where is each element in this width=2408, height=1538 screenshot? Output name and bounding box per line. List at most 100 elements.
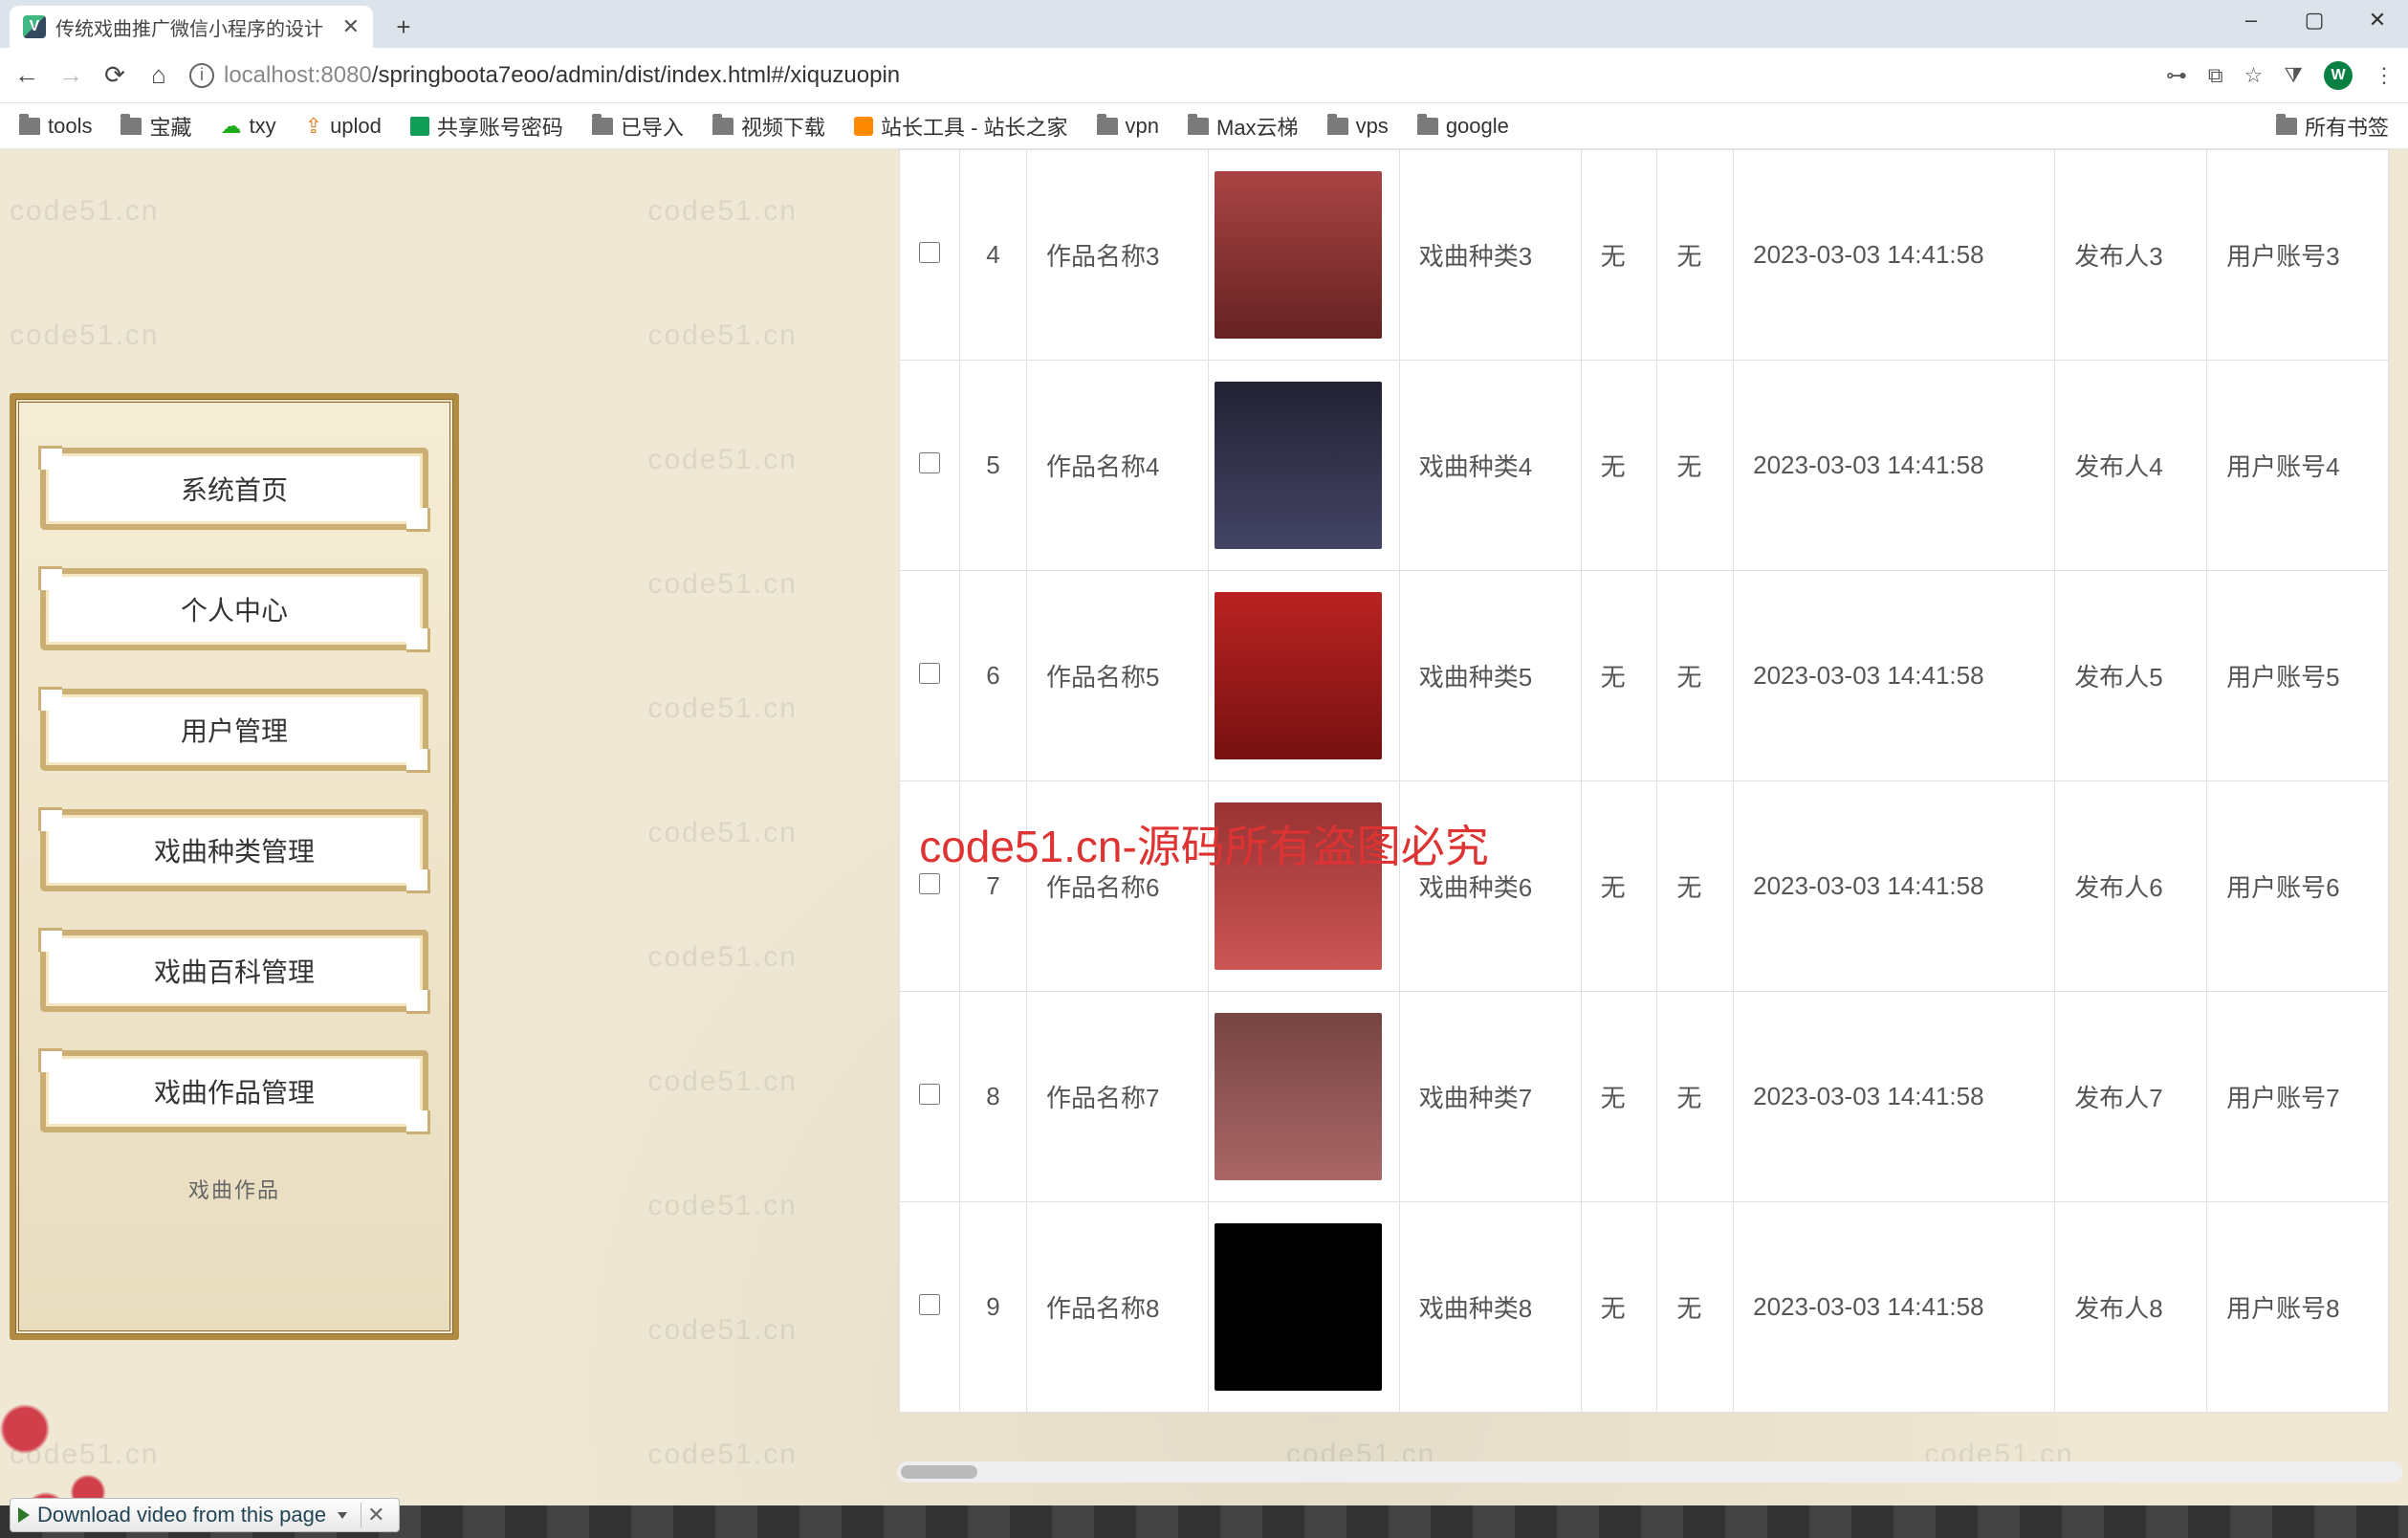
extensions-icon[interactable]: ⧩: [2284, 63, 2303, 88]
profile-avatar[interactable]: W: [2324, 61, 2353, 90]
bookmark-zhanzhang[interactable]: 站长工具 - 站长之家: [854, 111, 1068, 142]
bookmark-baozang[interactable]: 宝藏: [120, 111, 191, 142]
row-thumb-cell: [1208, 150, 1399, 361]
bookmark-vps[interactable]: vps: [1327, 114, 1389, 139]
table-row: 8作品名称7戏曲种类7无无2023-03-03 14:41:58发布人7用户账号…: [900, 992, 2389, 1202]
row-col4: 无: [1581, 361, 1657, 571]
row-checkbox[interactable]: [919, 1294, 940, 1315]
url-field[interactable]: i localhost:8080/springboota7eoo/admin/d…: [189, 62, 2149, 89]
horizontal-scrollbar[interactable]: [897, 1461, 2402, 1483]
window-close-button[interactable]: ✕: [2360, 8, 2395, 33]
bookmark-max[interactable]: Max云梯: [1188, 111, 1299, 142]
sidebar-item-category-mgmt[interactable]: 戏曲种类管理: [43, 812, 426, 889]
close-tab-icon[interactable]: ✕: [342, 14, 360, 39]
row-col5: 无: [1657, 361, 1734, 571]
work-thumbnail[interactable]: [1215, 592, 1382, 759]
row-thumb-cell: [1208, 1202, 1399, 1413]
sidebar: 系统首页 个人中心 用户管理 戏曲种类管理 戏曲百科管理 戏曲作品管理 戏曲作品: [15, 399, 453, 1334]
data-table-wrap[interactable]: 4作品名称3戏曲种类3无无2023-03-03 14:41:58发布人3用户账号…: [899, 149, 2389, 1538]
nav-back-button[interactable]: ←: [13, 60, 40, 90]
bookmark-google[interactable]: google: [1417, 114, 1509, 139]
row-col5: 无: [1657, 781, 1734, 992]
folder-icon: [2276, 118, 2297, 135]
row-col4: 无: [1581, 781, 1657, 992]
row-publisher: 发布人6: [2055, 781, 2207, 992]
scrollbar-thumb[interactable]: [901, 1465, 977, 1479]
bookmark-video-dl[interactable]: 视频下载: [712, 111, 825, 142]
window-maximize-button[interactable]: ▢: [2297, 8, 2331, 33]
row-checkbox-cell: [900, 361, 960, 571]
nav-reload-button[interactable]: ⟳: [101, 60, 128, 90]
browser-tabbar: V 传统戏曲推广微信小程序的设计 ✕ + – ▢ ✕: [0, 0, 2408, 48]
vue-favicon: V: [23, 15, 46, 38]
row-index: 8: [960, 992, 1027, 1202]
nav-home-button[interactable]: ⌂: [145, 60, 172, 90]
close-icon[interactable]: ✕: [361, 1503, 390, 1527]
browser-tab-active[interactable]: V 传统戏曲推广微信小程序的设计 ✕: [10, 6, 373, 48]
upload-icon: ⇪: [305, 114, 322, 139]
folder-icon: [1417, 118, 1438, 135]
row-col5: 无: [1657, 571, 1734, 781]
row-category: 戏曲种类5: [1399, 571, 1581, 781]
sidebar-item-profile[interactable]: 个人中心: [43, 571, 426, 648]
install-app-icon[interactable]: ⧉: [2208, 63, 2223, 88]
work-thumbnail[interactable]: [1215, 1223, 1382, 1391]
play-icon: [18, 1507, 30, 1523]
sidebar-item-user-mgmt[interactable]: 用户管理: [43, 692, 426, 768]
row-name: 作品名称6: [1027, 781, 1209, 992]
table-row: 4作品名称3戏曲种类3无无2023-03-03 14:41:58发布人3用户账号…: [900, 150, 2389, 361]
row-publisher: 发布人4: [2055, 361, 2207, 571]
sidebar-item-works-mgmt[interactable]: 戏曲作品管理: [43, 1053, 426, 1130]
password-key-icon[interactable]: ⊶: [2166, 63, 2187, 88]
tool-icon: [854, 117, 873, 136]
row-checkbox-cell: [900, 781, 960, 992]
row-checkbox[interactable]: [919, 873, 940, 894]
bookmark-shared-pwd[interactable]: 共享账号密码: [410, 111, 563, 142]
row-index: 9: [960, 1202, 1027, 1413]
work-thumbnail[interactable]: [1215, 382, 1382, 549]
row-account: 用户账号8: [2207, 1202, 2389, 1413]
row-col4: 无: [1581, 150, 1657, 361]
nav-forward-button[interactable]: →: [57, 60, 84, 90]
work-thumbnail[interactable]: [1215, 1013, 1382, 1180]
work-thumbnail[interactable]: [1215, 802, 1382, 970]
bookmark-star-icon[interactable]: ☆: [2244, 63, 2264, 88]
site-info-icon[interactable]: i: [189, 63, 214, 88]
work-thumbnail[interactable]: [1215, 171, 1382, 339]
folder-icon: [19, 118, 40, 135]
sidebar-item-home[interactable]: 系统首页: [43, 450, 426, 527]
row-category: 戏曲种类8: [1399, 1202, 1581, 1413]
browser-menu-icon[interactable]: ⋮: [2374, 63, 2395, 88]
row-category: 戏曲种类3: [1399, 150, 1581, 361]
bookmark-vpn[interactable]: vpn: [1097, 114, 1159, 139]
row-time: 2023-03-03 14:41:58: [1734, 571, 2055, 781]
window-minimize-button[interactable]: –: [2234, 8, 2268, 33]
row-col4: 无: [1581, 992, 1657, 1202]
folder-icon: [1188, 118, 1209, 135]
sidebar-item-wiki-mgmt[interactable]: 戏曲百科管理: [43, 933, 426, 1009]
row-checkbox[interactable]: [919, 452, 940, 473]
row-time: 2023-03-03 14:41:58: [1734, 781, 2055, 992]
download-video-bar[interactable]: Download video from this page ✕: [10, 1498, 400, 1532]
row-name: 作品名称7: [1027, 992, 1209, 1202]
row-checkbox[interactable]: [919, 663, 940, 684]
row-checkbox[interactable]: [919, 242, 940, 263]
row-publisher: 发布人5: [2055, 571, 2207, 781]
bookmark-imported[interactable]: 已导入: [592, 111, 684, 142]
row-index: 6: [960, 571, 1027, 781]
folder-icon: [1097, 118, 1118, 135]
row-checkbox-cell: [900, 150, 960, 361]
bookmark-uplod[interactable]: ⇪uplod: [305, 114, 382, 139]
row-checkbox[interactable]: [919, 1084, 940, 1105]
bookmark-txy[interactable]: ☁txy: [221, 114, 276, 139]
row-checkbox-cell: [900, 1202, 960, 1413]
row-thumb-cell: [1208, 571, 1399, 781]
row-index: 5: [960, 361, 1027, 571]
bookmark-tools[interactable]: tools: [19, 114, 92, 139]
works-table: 4作品名称3戏曲种类3无无2023-03-03 14:41:58发布人3用户账号…: [899, 149, 2389, 1413]
bookmark-all[interactable]: 所有书签: [2276, 111, 2389, 142]
row-thumb-cell: [1208, 361, 1399, 571]
row-thumb-cell: [1208, 781, 1399, 992]
table-row: 5作品名称4戏曲种类4无无2023-03-03 14:41:58发布人4用户账号…: [900, 361, 2389, 571]
new-tab-button[interactable]: +: [388, 11, 419, 42]
